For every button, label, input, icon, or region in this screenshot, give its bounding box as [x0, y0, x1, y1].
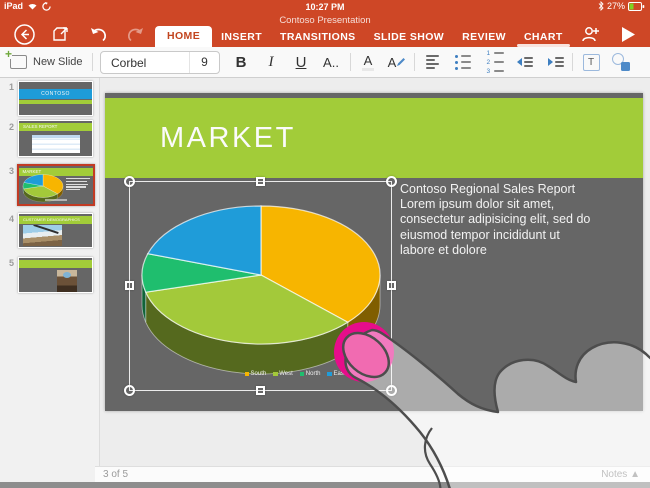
pen-icon	[396, 57, 406, 67]
new-slide-icon	[10, 55, 27, 69]
resize-handle-right[interactable]	[387, 281, 396, 290]
slide-canvas: MARKET Contoso Regional Sales Report Lor…	[100, 78, 650, 466]
shapes-icon	[612, 53, 630, 71]
thumbnail-slide-2[interactable]: SALES REPORT	[18, 120, 93, 157]
tab-home[interactable]: HOME	[155, 26, 212, 47]
outdent-button[interactable]	[512, 47, 538, 77]
numbering-button[interactable]: 1 2 3	[482, 47, 508, 77]
formatting-toolbar: New Slide Corbel 9 B I U A.. A A 1 2 3	[0, 47, 650, 78]
page-indicator: 3 of 5	[103, 469, 128, 480]
battery-percent: 27%	[607, 1, 625, 11]
thumbnail-text-block	[66, 178, 90, 190]
font-name-value[interactable]: Corbel	[101, 56, 189, 70]
slide-number: 2	[2, 122, 14, 132]
thumbnail-slide-3-selected[interactable]: MARKET	[17, 164, 95, 206]
tab-chart[interactable]: CHART	[515, 27, 572, 47]
back-button[interactable]	[12, 22, 36, 46]
align-button[interactable]	[420, 47, 444, 77]
bullets-button[interactable]	[450, 47, 476, 77]
tab-slide-show[interactable]: SLIDE SHOW	[365, 27, 454, 47]
font-color-button[interactable]: A	[356, 47, 380, 77]
shapes-button[interactable]	[608, 47, 634, 77]
resize-handle-bottom[interactable]	[256, 386, 265, 395]
undo-button[interactable]	[86, 22, 110, 46]
thumbnail-slide-5[interactable]	[18, 257, 93, 293]
clock: 10:27 PM	[0, 2, 650, 12]
bluetooth-icon	[598, 1, 604, 11]
character-formatting-button[interactable]: A..	[318, 47, 344, 77]
bold-button[interactable]: B	[228, 47, 254, 77]
indent-button[interactable]	[543, 47, 569, 77]
textbox-button[interactable]: T	[578, 47, 604, 77]
ribbon-tabs: HOME INSERT TRANSITIONS SLIDE SHOW REVIE…	[155, 26, 572, 47]
slide-thumbnail-panel: 1 CONTOSO 2 SALES REPORT 3 MARKET 4 CUST…	[0, 78, 100, 482]
share-people-button[interactable]	[578, 22, 602, 46]
resize-handle-bottom-right[interactable]	[386, 385, 397, 396]
thumbnail-photo-person	[57, 270, 77, 292]
resize-handle-top-left[interactable]	[124, 176, 135, 187]
resize-handle-top[interactable]	[256, 177, 265, 186]
resize-handle-bottom-left[interactable]	[124, 385, 135, 396]
font-size-value[interactable]: 9	[189, 52, 219, 73]
thumbnail-slide-1[interactable]: CONTOSO	[18, 81, 93, 116]
slide-number: 4	[2, 214, 14, 224]
ribbon: Contoso Presentation	[0, 14, 650, 47]
slide-number: 5	[2, 258, 14, 268]
thumbnail-legend	[45, 199, 67, 201]
tab-transitions[interactable]: TRANSITIONS	[271, 27, 365, 47]
save-share-icon[interactable]	[49, 22, 73, 46]
font-control[interactable]: Corbel 9	[100, 51, 220, 74]
thumbnail-photo-airplane	[23, 225, 62, 246]
thumbnail-table	[32, 135, 80, 153]
italic-button[interactable]: I	[258, 47, 284, 77]
chart-selection-frame[interactable]	[129, 181, 392, 391]
bottom-strip	[0, 482, 650, 488]
redo-button[interactable]	[123, 22, 147, 46]
tab-review[interactable]: REVIEW	[453, 27, 515, 47]
text-effects-button[interactable]: A	[384, 47, 410, 77]
battery-icon	[628, 2, 645, 11]
new-slide-button[interactable]: New Slide	[10, 47, 83, 77]
resize-handle-top-right[interactable]	[386, 176, 397, 187]
resize-handle-left[interactable]	[125, 281, 134, 290]
slide-number: 1	[2, 82, 14, 92]
tab-insert[interactable]: INSERT	[212, 27, 271, 47]
slide-number: 3	[2, 166, 14, 176]
slide-editing-area[interactable]: MARKET Contoso Regional Sales Report Lor…	[105, 93, 643, 411]
thumbnail-slide-4[interactable]: CUSTOMER DEMOGRAPHICS	[18, 213, 93, 248]
status-bar: iPad 10:27 PM 27%	[0, 0, 650, 14]
footer-bar: 3 of 5 Notes ▲	[95, 466, 650, 482]
notes-toggle[interactable]: Notes ▲	[601, 469, 640, 480]
present-button[interactable]	[616, 22, 640, 46]
underline-button[interactable]: U	[288, 47, 314, 77]
